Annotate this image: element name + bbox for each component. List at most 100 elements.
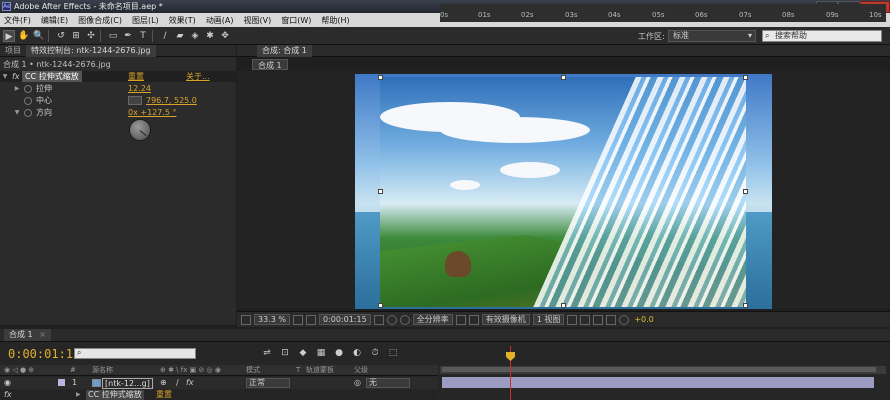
transform-handle[interactable] <box>561 303 566 308</box>
stopwatch-icon[interactable] <box>24 84 32 93</box>
transform-handle[interactable] <box>378 303 383 308</box>
rotate-tool-icon[interactable]: ↺ <box>55 30 67 42</box>
menu-edit[interactable]: 编辑(E) <box>37 15 74 26</box>
eraser-tool-icon[interactable]: ▰ <box>174 30 186 42</box>
layer-duration-bar[interactable] <box>442 377 874 388</box>
parent-dropdown[interactable]: 无 <box>366 378 410 388</box>
expand-triangle-icon[interactable]: ▼ <box>0 71 10 82</box>
transform-handle[interactable] <box>743 189 748 194</box>
rectangle-tool-icon[interactable]: ▭ <box>107 30 119 42</box>
view-layout-dropdown[interactable]: 1 视图 <box>532 314 565 325</box>
exposure-value[interactable]: +0.0 <box>634 315 653 324</box>
region-of-interest-icon[interactable] <box>455 314 466 325</box>
center-value[interactable]: 796.7, 525.0 <box>146 95 197 106</box>
roto-brush-tool-icon[interactable]: ✱ <box>204 30 216 42</box>
menu-layer[interactable]: 图层(L) <box>128 15 165 26</box>
time-ruler[interactable]: 0s 01s 02s 03s 04s 05s 06s 07s 08s 09s 1… <box>440 4 886 22</box>
menu-file[interactable]: 文件(F) <box>0 15 37 26</box>
tab-timeline-comp[interactable]: 合成 1 × <box>4 329 51 341</box>
expand-triangle-icon[interactable]: ▶ <box>12 83 22 94</box>
menu-animation[interactable]: 动画(A) <box>202 15 240 26</box>
layer-name[interactable]: [ntk-12...g] <box>102 378 153 389</box>
source-name-header[interactable]: 源名称 <box>92 365 113 376</box>
fx-icon[interactable]: fx <box>12 71 22 82</box>
transform-handle[interactable] <box>561 75 566 80</box>
stopwatch-icon[interactable] <box>24 108 32 117</box>
about-link[interactable]: 关于... <box>186 71 210 82</box>
menu-view[interactable]: 视图(V) <box>240 15 278 26</box>
color-channel-icon[interactable] <box>399 314 410 325</box>
camera-tool-icon[interactable]: ⊞ <box>70 30 82 42</box>
crosshair-icon[interactable] <box>128 96 142 105</box>
work-area-bar[interactable] <box>442 367 876 372</box>
timeline-icon[interactable] <box>593 314 604 325</box>
fx-icon[interactable]: fx <box>186 377 194 389</box>
shy-layers-icon[interactable]: ◆ <box>296 347 310 359</box>
brush-tool-icon[interactable]: ∕ <box>159 30 171 42</box>
menu-window[interactable]: 窗口(W) <box>277 15 317 26</box>
quality-switch-icon[interactable]: ∕ <box>176 377 179 389</box>
workspace-dropdown[interactable]: 标准 ▾ <box>668 30 756 42</box>
motion-blur-icon[interactable]: ● <box>332 347 346 359</box>
transform-handle[interactable] <box>378 189 383 194</box>
reset-exposure-icon[interactable] <box>619 314 630 325</box>
video-visibility-icon[interactable]: ◉ <box>4 377 11 389</box>
transform-handle[interactable] <box>743 303 748 308</box>
help-search-input[interactable]: ⌕ 搜索帮助 <box>762 30 882 42</box>
effect-row[interactable]: ▼ fx CC 拉伸式缩放 重置 关于... <box>0 71 236 82</box>
zoom-tool-icon[interactable]: 🔍 <box>33 30 45 42</box>
reset-link[interactable]: 重置 <box>128 71 144 82</box>
magnification-dropdown[interactable]: 33.3 % <box>254 314 290 325</box>
pen-tool-icon[interactable]: ✒ <box>122 30 134 42</box>
toggle-pixel-aspect-icon[interactable] <box>567 314 578 325</box>
tab-effect-controls[interactable]: 特效控制台: ntk-1244-2676.jpg <box>26 44 156 57</box>
mask-visibility-icon[interactable] <box>305 314 316 325</box>
pick-whip-icon[interactable]: ◎ <box>354 377 361 389</box>
stopwatch-icon[interactable] <box>24 96 32 105</box>
layer-color-label[interactable] <box>58 379 65 386</box>
blend-mode-dropdown[interactable]: 正常 <box>246 378 290 388</box>
camera-view-dropdown[interactable]: 有效摄像机 <box>481 314 530 325</box>
show-snapshot-icon[interactable] <box>386 314 397 325</box>
always-preview-icon[interactable] <box>241 314 251 325</box>
flowchart-icon[interactable] <box>606 314 617 325</box>
brainstorm-icon[interactable]: ◐ <box>350 347 364 359</box>
timeline-timecode[interactable]: 0:00:01:15 <box>8 347 80 361</box>
tab-project[interactable]: 项目 <box>0 45 26 57</box>
comp-mini-flowchart-icon[interactable]: ⇌ <box>260 347 274 359</box>
grid-icon[interactable] <box>292 314 303 325</box>
puppet-pin-tool-icon[interactable]: ✥ <box>219 30 231 42</box>
direction-value[interactable]: 0x +127.5 ° <box>128 107 177 118</box>
transform-handle[interactable] <box>378 75 383 80</box>
table-row[interactable]: fx ▶ CC 拉伸式缩放 重置 <box>0 390 438 400</box>
current-time-field[interactable]: 0:00:01:15 <box>318 314 371 325</box>
pan-behind-tool-icon[interactable]: ✣ <box>85 30 97 42</box>
menu-effect[interactable]: 效果(T) <box>165 15 202 26</box>
draft-3d-icon[interactable]: ⊡ <box>278 347 292 359</box>
selection-tool-icon[interactable]: ▶ <box>3 29 15 42</box>
hand-tool-icon[interactable]: ✋ <box>18 30 30 42</box>
frame-blending-icon[interactable]: ▦ <box>314 347 328 359</box>
graph-editor-icon[interactable]: ⬚ <box>386 347 400 359</box>
table-row[interactable]: ◉ 1 [ntk-12...g] ⊕ ∕ fx 正常 ◎ 无 <box>0 377 438 389</box>
comp-subtab[interactable]: 合成 1 <box>252 59 288 70</box>
expand-triangle-icon[interactable]: ▶ <box>76 390 81 400</box>
fx-icon[interactable]: fx <box>4 390 12 400</box>
reset-link[interactable]: 重置 <box>156 390 172 400</box>
camera-snapshot-icon[interactable] <box>373 314 384 325</box>
expand-triangle-icon[interactable]: ▼ <box>12 107 22 118</box>
auto-keyframe-icon[interactable]: ⏱ <box>368 347 382 359</box>
direction-dial-knob[interactable] <box>129 119 151 141</box>
menu-composition[interactable]: 图像合成(C) <box>74 15 128 26</box>
layer-switch-icon[interactable]: ⊕ <box>160 377 167 389</box>
fast-previews-icon[interactable] <box>580 314 591 325</box>
tab-composition[interactable]: 合成: 合成 1 <box>257 44 312 57</box>
timeline-search-input[interactable]: ⌕ <box>74 348 196 359</box>
stretch-value[interactable]: 12.24 <box>128 83 151 94</box>
layer-image[interactable] <box>380 77 746 307</box>
close-tab-icon[interactable]: × <box>39 330 46 339</box>
transform-handle[interactable] <box>743 75 748 80</box>
menu-help[interactable]: 帮助(H) <box>317 15 355 26</box>
transparency-grid-icon[interactable] <box>468 314 479 325</box>
clone-stamp-tool-icon[interactable]: ◈ <box>189 30 201 42</box>
